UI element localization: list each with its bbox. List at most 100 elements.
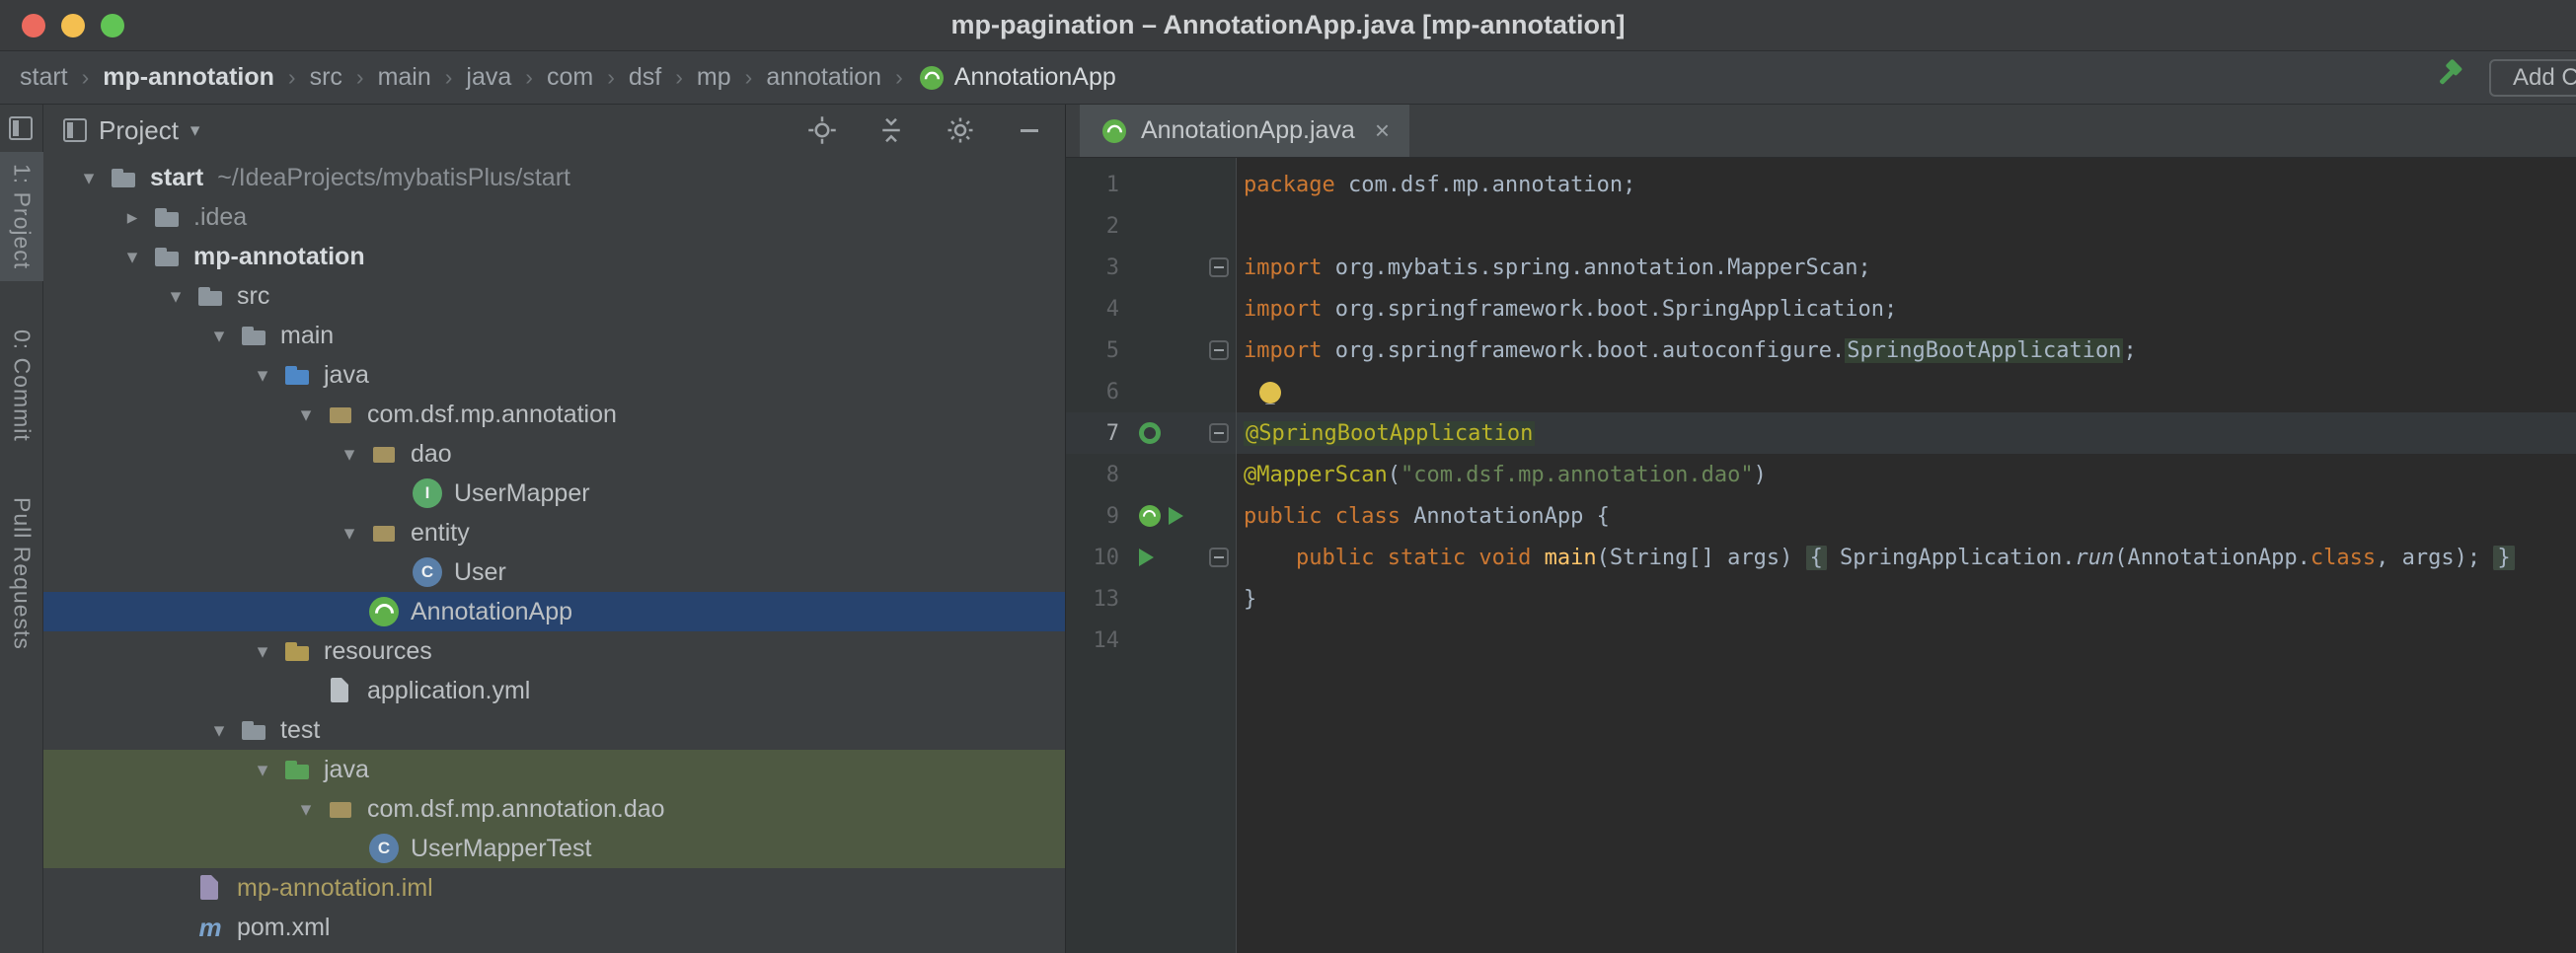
chevron-right-icon[interactable]: ▸	[113, 205, 152, 230]
tree-item[interactable]: application.yml	[43, 671, 1065, 710]
tree-item[interactable]: C UserMapperTest	[43, 829, 1065, 868]
gutter-separator	[1236, 158, 1237, 953]
editor-area: AnnotationApp.java × 1 package com.dsf.mp…	[1066, 105, 2576, 953]
rerun-application-icon[interactable]	[1139, 422, 1161, 444]
code-text[interactable]: import org.mybatis.spring.annotation.Map…	[1232, 256, 2576, 280]
intention-bulb-icon[interactable]	[1259, 381, 1281, 404]
add-configuration-button[interactable]: Add Co	[2489, 58, 2576, 97]
close-window-button[interactable]	[22, 13, 45, 37]
tree-item[interactable]: m pom.xml	[43, 908, 1065, 947]
code-text[interactable]: package com.dsf.mp.annotation;	[1232, 173, 2576, 197]
code-text[interactable]: @SpringBootApplication	[1232, 420, 2576, 446]
chevron-down-icon[interactable]: ▾	[113, 245, 152, 269]
locate-file-icon[interactable]	[806, 114, 838, 146]
code-text[interactable]: }	[1232, 587, 2576, 612]
breadcrumb-item[interactable]: mp	[697, 63, 731, 92]
tree-item[interactable]: ▾ src	[43, 276, 1065, 316]
fold-marker-icon[interactable]	[1209, 548, 1229, 567]
chevron-down-icon[interactable]: ▾	[330, 442, 369, 467]
spring-boot-icon	[919, 65, 944, 90]
close-tab-icon[interactable]: ×	[1375, 115, 1390, 146]
code-line: 7 @SpringBootApplication	[1066, 412, 2576, 454]
package-icon	[369, 518, 399, 548]
tree-item[interactable]: ▾ mp-annotation	[43, 237, 1065, 276]
tree-item[interactable]: ▾ com.dsf.mp.annotation	[43, 395, 1065, 434]
code-line: 9 public class AnnotationApp {	[1066, 495, 2576, 537]
chevron-down-icon[interactable]: ▾	[199, 324, 239, 348]
chevron-down-icon[interactable]: ▾	[190, 119, 200, 142]
run-icon[interactable]	[1139, 549, 1154, 566]
breadcrumb-item[interactable]: com	[547, 63, 593, 92]
package-icon	[326, 400, 355, 429]
chevron-down-icon[interactable]: ▾	[330, 521, 369, 546]
tree-item[interactable]: ▾ dao	[43, 434, 1065, 474]
line-number: 5	[1105, 337, 1119, 363]
code-text[interactable]: @MapperScan("com.dsf.mp.annotation.dao")	[1232, 463, 2576, 487]
chevron-down-icon[interactable]: ▾	[243, 639, 282, 664]
minimize-window-button[interactable]	[61, 13, 85, 37]
zoom-window-button[interactable]	[101, 13, 124, 37]
fold-marker-icon[interactable]	[1209, 257, 1229, 277]
project-view-icon	[63, 118, 87, 142]
breadcrumb-item[interactable]: AnnotationApp	[917, 63, 1116, 93]
breadcrumb-item[interactable]: main	[378, 63, 431, 92]
breadcrumb-item[interactable]: src	[310, 63, 342, 92]
chevron-down-icon[interactable]: ▾	[69, 166, 109, 190]
hide-panel-icon[interactable]	[1014, 114, 1045, 146]
tree-item[interactable]: ▾ main	[43, 316, 1065, 355]
settings-gear-icon[interactable]	[945, 114, 976, 146]
chevron-down-icon[interactable]: ▾	[156, 284, 195, 309]
chevron-down-icon[interactable]: ▾	[243, 363, 282, 388]
breadcrumb-item[interactable]: annotation	[766, 63, 881, 92]
project-panel-title: Project	[99, 114, 179, 145]
fold-marker-icon[interactable]	[1209, 340, 1229, 360]
tree-item-label: application.yml	[367, 676, 531, 704]
chevron-down-icon[interactable]: ▾	[286, 797, 326, 822]
tree-item[interactable]: ▾ java	[43, 355, 1065, 395]
tree-item[interactable]: ▸ .idea	[43, 197, 1065, 237]
breadcrumb-label: mp-annotation	[103, 63, 274, 91]
main-area: 1: Project 0: Commit Pull Requests Project…	[0, 105, 2576, 953]
breadcrumb-item[interactable]: mp-annotation	[103, 63, 274, 92]
code-text[interactable]: public class AnnotationApp {	[1232, 504, 2576, 529]
tool-stripe-label: Pull Requests	[9, 497, 36, 650]
tree-item[interactable]: ▾ entity	[43, 513, 1065, 552]
code-text[interactable]: import org.springframework.boot.SpringAp…	[1232, 297, 2576, 322]
tool-stripe-item[interactable]: 1: Project	[0, 152, 43, 282]
tree-item[interactable]: ▾ start ~/IdeaProjects/mybatisPlus/start	[43, 158, 1065, 197]
spring-bean-icon[interactable]	[1139, 505, 1161, 527]
code-editor[interactable]: 1 package com.dsf.mp.annotation; 2 3 import …	[1066, 158, 2576, 953]
tree-item[interactable]: I UserMapper	[43, 474, 1065, 513]
chevron-down-icon[interactable]: ▾	[199, 718, 239, 743]
breadcrumb-item[interactable]: dsf	[629, 63, 661, 92]
build-project-icon[interactable]	[2434, 59, 2465, 96]
tree-item[interactable]: ▾ test	[43, 710, 1065, 750]
code-text[interactable]: public static void main(String[] args) {…	[1232, 545, 2576, 570]
project-tree: ▾ start ~/IdeaProjects/mybatisPlus/start ▸.…	[43, 156, 1065, 953]
project-tool-window-icon[interactable]	[9, 116, 33, 140]
tree-item[interactable]: C User	[43, 552, 1065, 592]
code-text[interactable]: import org.springframework.boot.autoconf…	[1232, 337, 2576, 363]
tool-stripe-item[interactable]: Pull Requests	[0, 497, 43, 650]
chevron-down-icon[interactable]: ▾	[243, 758, 282, 782]
tree-item[interactable]: ▾ com.dsf.mp.annotation.dao	[43, 789, 1065, 829]
editor-tab[interactable]: AnnotationApp.java ×	[1080, 105, 1410, 157]
collapse-all-icon[interactable]	[875, 114, 907, 146]
chevron-down-icon[interactable]: ▾	[286, 403, 326, 427]
fold-marker-icon[interactable]	[1209, 423, 1229, 443]
tree-item[interactable]: AnnotationApp	[43, 592, 1065, 631]
tree-item[interactable]: mp-annotation.iml	[43, 868, 1065, 908]
tool-stripe-item[interactable]: 0: Commit	[0, 330, 43, 442]
breadcrumb-item[interactable]: java	[466, 63, 511, 92]
run-icon[interactable]	[1169, 507, 1183, 525]
breadcrumb-label: AnnotationApp	[953, 63, 1116, 91]
line-number: 3	[1105, 255, 1119, 280]
tree-item[interactable]: ▾ resources	[43, 631, 1065, 671]
tree-item[interactable]: ▾ java	[43, 750, 1065, 789]
breadcrumb-label: dsf	[628, 63, 662, 91]
code-text[interactable]	[1232, 380, 2576, 404]
tree-item-label: mp-annotation.iml	[237, 873, 433, 902]
breadcrumb-item[interactable]: start	[20, 63, 68, 92]
breadcrumb-label: main	[377, 63, 431, 91]
line-number: 7	[1105, 420, 1119, 446]
